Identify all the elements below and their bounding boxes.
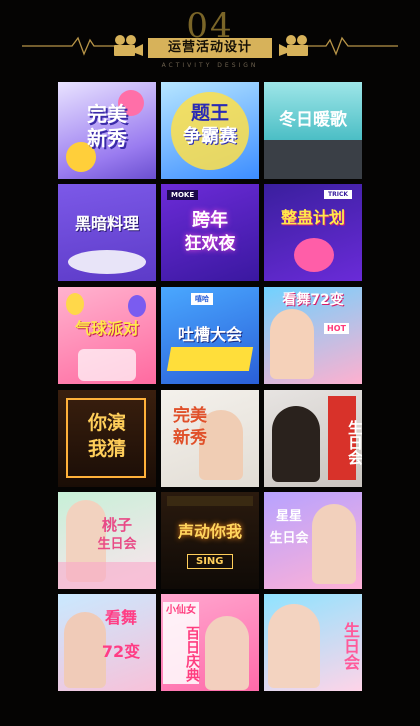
tile-perfect-rookie-photo[interactable]: 完美 新秀 [161, 390, 259, 487]
tile-quiz-king[interactable]: 题王 争霸赛 [161, 82, 259, 179]
tile-perfect-rookie[interactable]: 完美 新秀 [58, 82, 156, 179]
tile-fairy-100-days[interactable]: 小仙女 百日庆典 [161, 594, 259, 691]
tile-dance-72-changes[interactable]: HOT 看舞72变 [264, 287, 362, 384]
tile-new-year-carnival[interactable]: MOKE 跨年 狂欢夜 [161, 184, 259, 281]
tile-peach-birthday[interactable]: 桃子 生日会 [58, 492, 156, 589]
section-title: 运营活动设计 [148, 38, 272, 58]
tile-dance-72-pink[interactable]: 看舞 72变 [58, 594, 156, 691]
tile-birthday-party-dark[interactable]: 生日会 [264, 390, 362, 487]
right-film-camera-icon [279, 35, 308, 56]
tile-dark-cuisine[interactable]: 黑暗料理 [58, 184, 156, 281]
tile-star-birthday[interactable]: 星星 生日会 [264, 492, 362, 589]
section-header: 04 运营活动设计 ACTIVITY DESIGN [0, 0, 420, 78]
tile-roast-show[interactable]: 嘻哈 吐槽大会 [161, 287, 259, 384]
tile-balloon-party[interactable]: 气球派对 [58, 287, 156, 384]
section-subtitle: ACTIVITY DESIGN [161, 62, 259, 69]
tile-act-and-guess[interactable]: 你演 我猜 [58, 390, 156, 487]
tile-voice-moves-us[interactable]: SING 声动你我 [161, 492, 259, 589]
tile-prank-plan[interactable]: TRICK 整蛊计划 [264, 184, 362, 281]
tile-winter-songs[interactable]: 冬日暖歌 [264, 82, 362, 179]
tile-birthday-party-blue[interactable]: 生日会 [264, 594, 362, 691]
left-film-camera-icon [114, 35, 143, 56]
